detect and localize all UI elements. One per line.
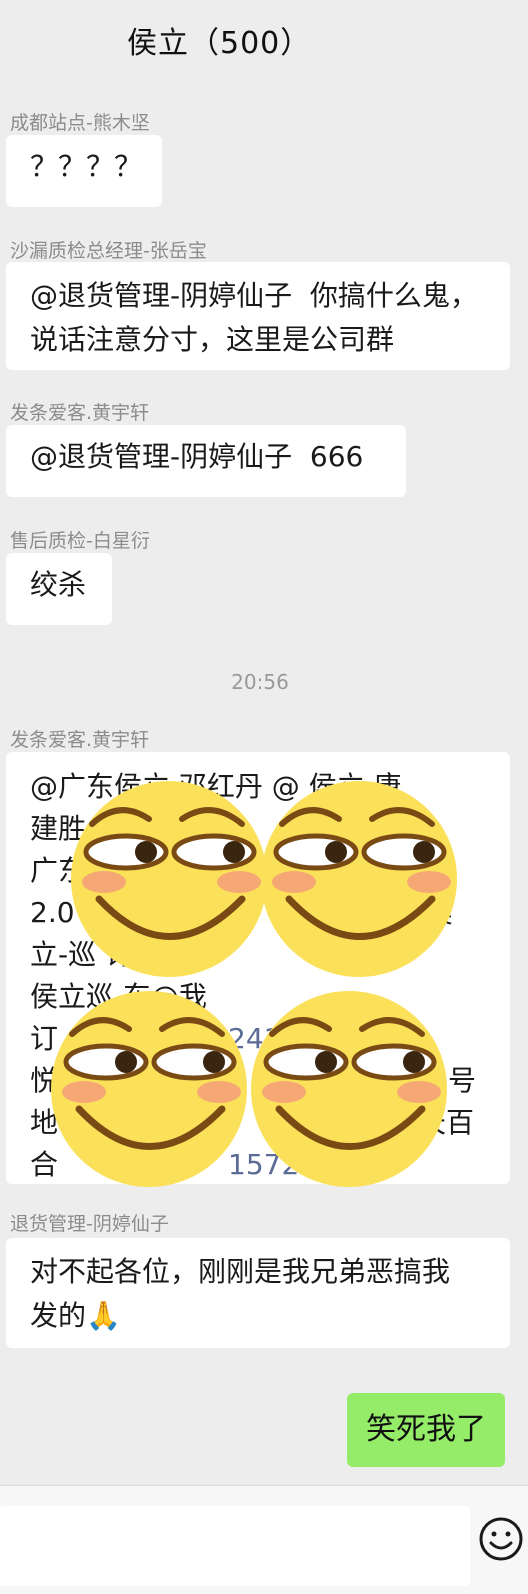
message-text: ？？？？ xyxy=(30,150,143,183)
chat-title: 侯立（500） xyxy=(127,26,312,61)
message-bubble[interactable]: 绞杀 xyxy=(6,553,112,625)
message-text: 对不起各位，刚刚是我兄弟恶搞我 发的🙏 xyxy=(30,1255,451,1332)
sender-name: 成都站点-熊木坚 xyxy=(10,112,150,134)
message-bubble[interactable]: @退货管理-阴婷仙子 你搞什么鬼， 说话注意分寸，这里是公司群 xyxy=(6,262,510,370)
sender-name: 发条爱客.黄宇轩 xyxy=(10,729,150,751)
sender-name: 发条爱客.黄宇轩 xyxy=(10,402,150,424)
sender-name: 退货管理-阴婷仙子 xyxy=(10,1213,169,1235)
sender-name: 售后质检-白星衍 xyxy=(10,530,150,552)
timestamp: 20:56 xyxy=(231,670,289,694)
message-text: @退货管理-阴婷仙子 你搞什么鬼， 说话注意分寸，这里是公司群 xyxy=(30,279,478,356)
message-bubble[interactable]: @退货管理-阴婷仙子 666 xyxy=(6,425,406,497)
chat-header: 侯立（500） xyxy=(0,0,528,80)
message-bubble[interactable]: ？？？？ xyxy=(6,135,162,207)
smirk-face-sticker xyxy=(71,781,267,977)
message-bubble[interactable]: 对不起各位，刚刚是我兄弟恶搞我 发的🙏 xyxy=(6,1238,510,1348)
input-bar xyxy=(0,1485,528,1594)
smirk-face-sticker xyxy=(251,991,447,1187)
smirk-face-sticker xyxy=(51,991,247,1187)
self-message-bubble[interactable]: 笑死我了 xyxy=(347,1393,505,1467)
message-bubble[interactable]: @广东侯立 邓红丹 @ 侯立 唐 建胜 百@ 广东~ 2.0-侯 立-巡 许 思… xyxy=(6,752,510,1187)
smiley-icon[interactable] xyxy=(478,1516,524,1562)
sender-name: 沙漏质检总经理-张岳宝 xyxy=(10,240,207,262)
smirk-face-sticker xyxy=(261,781,457,977)
message-text: @退货管理-阴婷仙子 666 xyxy=(30,440,364,473)
message-input[interactable] xyxy=(0,1506,470,1586)
message-text: 绞杀 xyxy=(30,568,87,601)
